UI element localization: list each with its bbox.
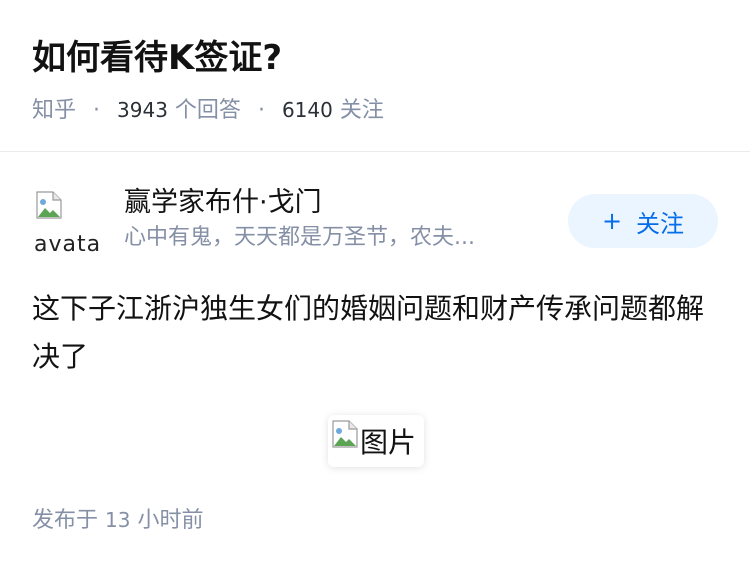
follower-count: 6140 [281, 98, 333, 122]
plus-icon: + [601, 207, 623, 235]
author-info: 赢学家布什·戈门 心中有鬼，天天都是万圣节，农夫... [124, 184, 536, 254]
follow-button-label: 关注 [636, 209, 685, 238]
meta-separator: · [257, 98, 265, 123]
publish-number: 13 [105, 508, 131, 532]
author-row: avatar 赢学家布什·戈门 心中有鬼，天天都是万圣节，农夫... + 关注 [32, 184, 718, 260]
header-divider [0, 151, 750, 152]
answer-count: 3943 [117, 98, 168, 122]
question-header: 如何看待K签证? 知乎 · 3943 个回答 · 6140 关注 [32, 32, 718, 127]
image-alt-text: 图片 [360, 426, 417, 459]
question-title[interactable]: 如何看待K签证? [32, 32, 718, 84]
publish-prefix: 发布于 [32, 508, 99, 533]
meta-separator: · [93, 98, 101, 123]
author-bio: 心中有鬼，天天都是万圣节，农夫... [124, 225, 475, 250]
follow-button[interactable]: + 关注 [568, 194, 718, 248]
avatar-alt-text: avatar [34, 232, 100, 256]
author-name[interactable]: 赢学家布什·戈门 [124, 184, 536, 222]
zhihu-answer-page: 如何看待K签证? 知乎 · 3943 个回答 · 6140 关注 avatar … [0, 0, 750, 570]
publish-suffix: 小时前 [137, 508, 204, 533]
avatar[interactable]: avatar [32, 188, 100, 256]
broken-image-icon [332, 420, 358, 448]
answer-image[interactable]: 图片 [328, 415, 424, 467]
answer-content: 这下子江浙沪独生女们的婚姻问题和财产传承问题都解决了 [32, 292, 705, 373]
answer-count-label: 个回答 [174, 98, 241, 123]
publish-time: 发布于 13 小时前 [32, 504, 203, 537]
follower-count-label: 关注 [339, 98, 384, 123]
source-label: 知乎 [32, 98, 77, 123]
question-meta: 知乎 · 3943 个回答 · 6140 关注 [32, 94, 718, 127]
broken-image-icon [36, 191, 62, 219]
